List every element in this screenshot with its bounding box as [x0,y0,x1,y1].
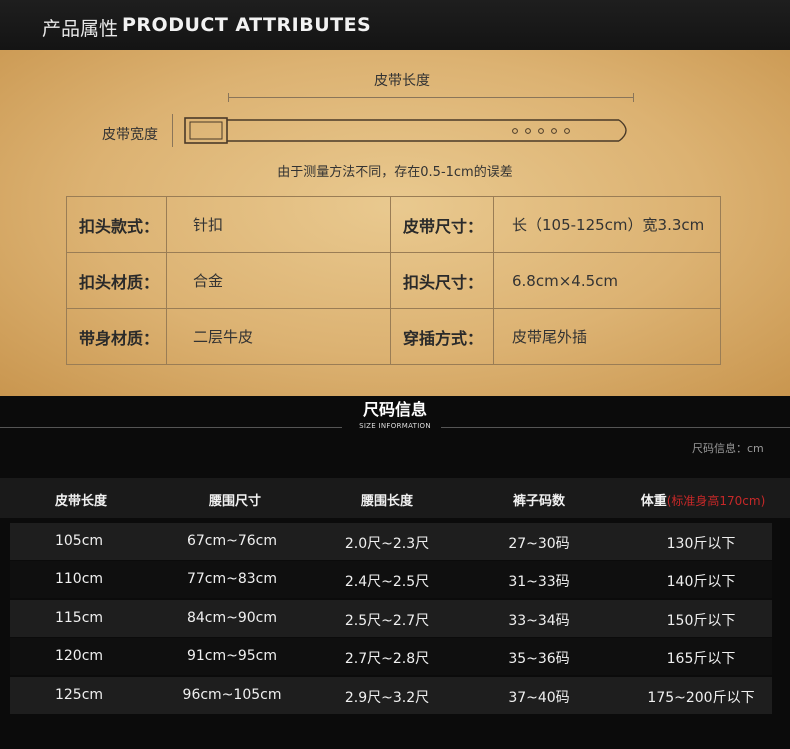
col-header-waist-size: 腰围尺寸 [208,494,261,509]
size-row: 105cm 67cm~76cm 2.0尺~2.3尺 27~30码 130斤以下 [10,523,772,560]
attr-value: 合金 [166,252,391,309]
belt-hole [525,128,531,134]
size-cell: 35~36码 [508,651,570,667]
belt-length-dimension-line [228,93,634,102]
weight-height-note: (标准身高170cm) [666,494,766,508]
buckle-inner [189,121,223,140]
attr-key: 皮带尺寸： [390,196,494,253]
size-cell: 115cm [54,610,104,626]
attr-key: 扣头款式： [66,196,167,253]
size-unit-label: 尺码信息：cm [692,442,764,455]
size-cell: 33~34码 [508,613,570,629]
belt-hole [564,128,570,134]
size-cell: 96cm~105cm [182,687,282,703]
attr-value: 长（105-125cm）宽3.3cm [493,196,721,253]
col-header-weight: 体重(标准身高170cm) [613,490,790,509]
belt-tip [618,119,627,142]
attr-key: 穿插方式： [390,308,494,365]
col-header-belt-length: 皮带长度 [54,494,107,509]
attr-row: 扣头材质： 合金 扣头尺寸： 6.8cm×4.5cm [66,252,721,309]
attr-value: 针扣 [166,196,391,253]
size-cell: 77cm~83cm [186,571,278,587]
product-page: 产品属性 PRODUCT ATTRIBUTES 皮带长度 皮带宽度 由于测量方法… [0,0,790,749]
weight-label: 体重 [640,494,667,509]
col-header-waist-length: 腰围长度 [360,494,413,509]
header-title-en: PRODUCT ATTRIBUTES [122,14,372,36]
attributes-header: 产品属性 PRODUCT ATTRIBUTES [0,0,790,50]
size-cell: 2.4尺~2.5尺 [344,574,430,590]
size-cell: 27~30码 [508,536,570,552]
attr-value: 皮带尾外插 [493,308,721,365]
size-cell: 2.0尺~2.3尺 [344,536,430,552]
attributes-table: 扣头款式： 针扣 皮带尺寸： 长（105-125cm）宽3.3cm 扣头材质： … [66,196,721,365]
size-cell: 150斤以下 [666,613,736,629]
divider-right [441,427,790,428]
size-row: 110cm 77cm~83cm 2.4尺~2.5尺 31~33码 140斤以下 [10,561,772,598]
size-cell: 120cm [54,648,104,664]
size-cell: 67cm~76cm [186,533,278,549]
size-cell: 84cm~90cm [186,610,278,626]
attr-value: 6.8cm×4.5cm [493,252,721,309]
measurement-note: 由于测量方法不同，存在0.5-1cm的误差 [277,165,513,180]
header-title-cn: 产品属性 [42,18,119,40]
size-info-title: 尺码信息 [362,400,427,419]
belt-hole [538,128,544,134]
size-row: 125cm 96cm~105cm 2.9尺~3.2尺 37~40码 175~20… [10,677,772,714]
size-row: 120cm 91cm~95cm 2.7尺~2.8尺 35~36码 165斤以下 [10,638,772,675]
size-cell: 130斤以下 [666,536,736,552]
belt-width-dimension-line [172,114,173,147]
size-cell: 2.7尺~2.8尺 [344,651,430,667]
size-cell: 125cm [54,687,104,703]
size-info-subtitle: SIZE INFORMATION [359,422,431,430]
attr-row: 扣头款式： 针扣 皮带尺寸： 长（105-125cm）宽3.3cm [66,196,721,253]
col-header-pants-size: 裤子码数 [512,494,565,509]
size-cell: 2.9尺~3.2尺 [344,690,430,706]
size-row: 115cm 84cm~90cm 2.5尺~2.7尺 33~34码 150斤以下 [10,600,772,637]
size-cell: 165斤以下 [666,651,736,667]
size-cell: 110cm [54,571,104,587]
attr-key: 扣头材质： [66,252,167,309]
belt-diagram [184,117,627,144]
attr-value: 二层牛皮 [166,308,391,365]
attr-row: 带身材质： 二层牛皮 穿插方式： 皮带尾外插 [66,308,721,365]
belt-hole [512,128,518,134]
size-cell: 140斤以下 [666,574,736,590]
size-cell: 2.5尺~2.7尺 [344,613,430,629]
attr-key: 带身材质： [66,308,167,365]
belt-hole [551,128,557,134]
belt-length-label: 皮带长度 [374,73,430,89]
belt-width-label: 皮带宽度 [102,127,158,143]
size-cell: 37~40码 [508,690,570,706]
size-cell: 105cm [54,533,104,549]
size-cell: 91cm~95cm [186,648,278,664]
size-cell: 175~200斤以下 [647,690,755,706]
attr-key: 扣头尺寸： [390,252,494,309]
size-table-header: 皮带长度 腰围尺寸 腰围长度 裤子码数 体重(标准身高170cm) [0,478,790,518]
size-cell: 31~33码 [508,574,570,590]
